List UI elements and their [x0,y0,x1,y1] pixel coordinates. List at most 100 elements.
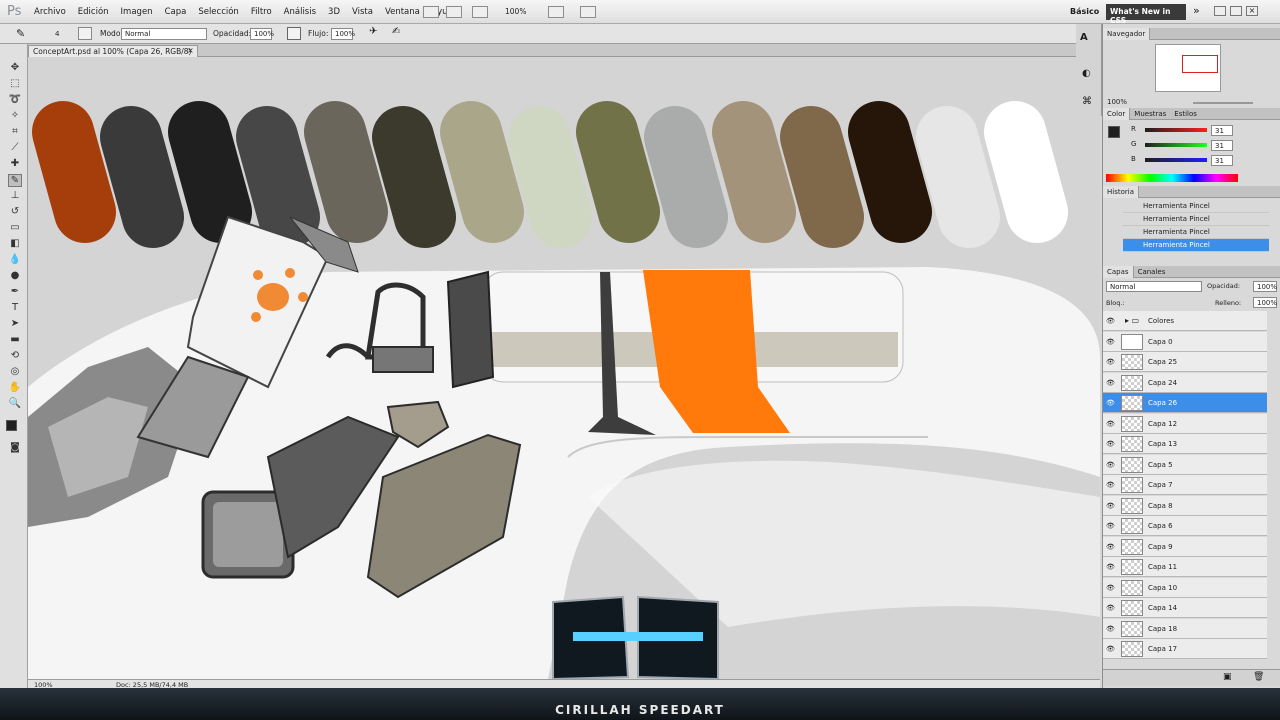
styles-tab[interactable]: Estilos [1170,108,1201,120]
history-brush-icon[interactable]: ↺ [8,206,22,219]
layer-row[interactable]: 👁 Capa 10 [1103,577,1267,598]
paragraph-panel-icon[interactable]: ◐ [1082,68,1091,79]
layer-row[interactable]: 👁 Capa 18 [1103,618,1267,639]
close-tab-icon[interactable]: × [187,46,194,55]
navigator-zoom-slider[interactable] [1193,102,1253,104]
b-field[interactable]: 31 [1211,155,1233,166]
quick-mask-icon[interactable]: ◙ [8,442,22,455]
crop-tool-icon[interactable]: ⌗ [8,126,22,139]
bridge-icon[interactable] [423,6,439,18]
layer-row[interactable]: 👁 Capa 17 [1103,639,1267,659]
screen-mode-icon[interactable] [580,6,596,18]
channels-tab[interactable]: Canales [1134,266,1170,278]
minibridge-icon[interactable] [446,6,462,18]
swatches-tab[interactable]: Muestras [1130,108,1170,120]
pen-tool-icon[interactable]: ✒ [8,286,22,299]
visibility-eye-icon[interactable]: 👁 [1106,502,1115,510]
history-tab[interactable]: Historia [1103,186,1139,198]
visibility-eye-icon[interactable]: 👁 [1106,358,1115,366]
blend-mode-select[interactable]: Normal [1106,281,1202,292]
visibility-eye-icon[interactable]: 👁 [1106,563,1115,571]
3d-rotate-tool-icon[interactable]: ⟲ [8,350,22,363]
layer-row[interactable]: 👁 ▸ ▭ Colores [1103,311,1267,331]
marquee-tool-icon[interactable]: ⬚ [8,78,22,91]
layer-row[interactable]: 👁 Capa 14 [1103,598,1267,618]
menu-0[interactable]: Archivo [34,7,66,17]
fill-field[interactable]: 100% [1253,297,1277,308]
history-item[interactable]: Herramienta Pincel [1123,213,1269,226]
brush-panel-icon[interactable] [78,27,92,40]
history-item[interactable]: Herramienta Pincel [1123,226,1269,239]
3d-orbit-tool-icon[interactable]: ◎ [8,366,22,379]
navigator-zoom[interactable]: 100% [1107,98,1127,106]
mode-select[interactable]: Normal [121,28,207,40]
stamp-tool-icon[interactable]: ⊥ [8,190,22,203]
layer-row[interactable]: 👁 Capa 5 [1103,454,1267,475]
visibility-eye-icon[interactable]: 👁 [1106,379,1115,387]
layer-row[interactable]: 👁 Capa 11 [1103,557,1267,577]
move-tool-icon[interactable]: ✥ [8,62,22,75]
zoom-tool-icon[interactable]: 🔍 [8,398,22,411]
zoom-level[interactable]: 100% [505,7,526,16]
close-button[interactable]: × [1246,6,1258,16]
menu-4[interactable]: Selección [198,7,239,17]
hand-tool-icon[interactable]: ✋ [8,382,22,395]
shape-tool-icon[interactable]: ▬ [8,334,22,347]
gradient-tool-icon[interactable]: ◧ [8,238,22,251]
pressure-opacity-icon[interactable] [287,27,301,40]
visibility-eye-icon[interactable]: 👁 [1106,420,1115,428]
dodge-tool-icon[interactable]: ● [8,270,22,283]
layer-row[interactable]: 👁 Capa 7 [1103,475,1267,495]
visibility-eye-icon[interactable]: 👁 [1106,604,1115,612]
more-workspaces-icon[interactable]: » [1193,4,1200,17]
layer-opacity-field[interactable]: 100% [1253,281,1277,292]
menu-2[interactable]: Imagen [121,7,153,17]
brush-tool-icon[interactable]: ✎ [8,174,22,187]
layer-row[interactable]: 👁 Capa 13 [1103,434,1267,454]
color-spectrum-ramp[interactable] [1106,174,1238,182]
brush-size[interactable]: 4 [55,30,59,38]
visibility-eye-icon[interactable]: 👁 [1106,584,1115,592]
delete-layer-icon[interactable]: 🗑 [1253,672,1264,682]
lasso-tool-icon[interactable]: ➰ [8,94,22,107]
tool-presets-icon[interactable]: ⌘ [1082,96,1092,107]
layer-row-selected[interactable]: 👁 Capa 26 [1103,393,1267,413]
visibility-eye-icon[interactable]: 👁 [1106,440,1115,448]
healing-tool-icon[interactable]: ✚ [8,158,22,171]
layers-tab[interactable]: Capas [1103,266,1134,278]
layer-row[interactable]: 👁 Capa 24 [1103,372,1267,393]
path-select-tool-icon[interactable]: ➤ [8,318,22,331]
view-extras-icon[interactable] [472,6,488,18]
menu-6[interactable]: Análisis [284,7,316,17]
visibility-eye-icon[interactable]: 👁 [1106,481,1115,489]
navigator-view-box[interactable] [1182,55,1218,73]
visibility-eye-icon[interactable]: 👁 [1106,645,1115,653]
brush-tool-icon[interactable]: ✎ [16,27,25,40]
flow-field[interactable]: 100% [331,28,355,40]
r-slider[interactable] [1145,128,1207,132]
history-item[interactable]: Herramienta Pincel [1123,200,1269,213]
eraser-tool-icon[interactable]: ▭ [8,222,22,235]
color-foreground[interactable] [1108,126,1120,138]
b-slider[interactable] [1145,158,1207,162]
minimize-button[interactable] [1214,6,1226,16]
blur-tool-icon[interactable]: 💧 [8,254,22,267]
arrange-documents-icon[interactable] [548,6,564,18]
r-field[interactable]: 31 [1211,125,1233,136]
visibility-eye-icon[interactable]: 👁 [1106,399,1115,407]
foreground-color-swatch[interactable] [6,420,17,431]
visibility-eye-icon[interactable]: 👁 [1106,522,1115,530]
eyedropper-tool-icon[interactable]: ⟋ [8,142,22,155]
g-field[interactable]: 31 [1211,140,1233,151]
menu-5[interactable]: Filtro [251,7,272,17]
layer-row[interactable]: 👁 Capa 8 [1103,495,1267,516]
layer-row[interactable]: 👁 Capa 12 [1103,413,1267,434]
visibility-eye-icon[interactable]: 👁 [1106,338,1115,346]
g-slider[interactable] [1145,143,1207,147]
layer-row[interactable]: 👁 Capa 0 [1103,331,1267,352]
layer-row[interactable]: 👁 Capa 25 [1103,352,1267,372]
layer-row[interactable]: 👁 Capa 6 [1103,516,1267,536]
workspace-whats-new[interactable]: What's New in CSS [1106,4,1186,25]
restore-button[interactable] [1230,6,1242,16]
layer-row[interactable]: 👁 Capa 9 [1103,536,1267,557]
